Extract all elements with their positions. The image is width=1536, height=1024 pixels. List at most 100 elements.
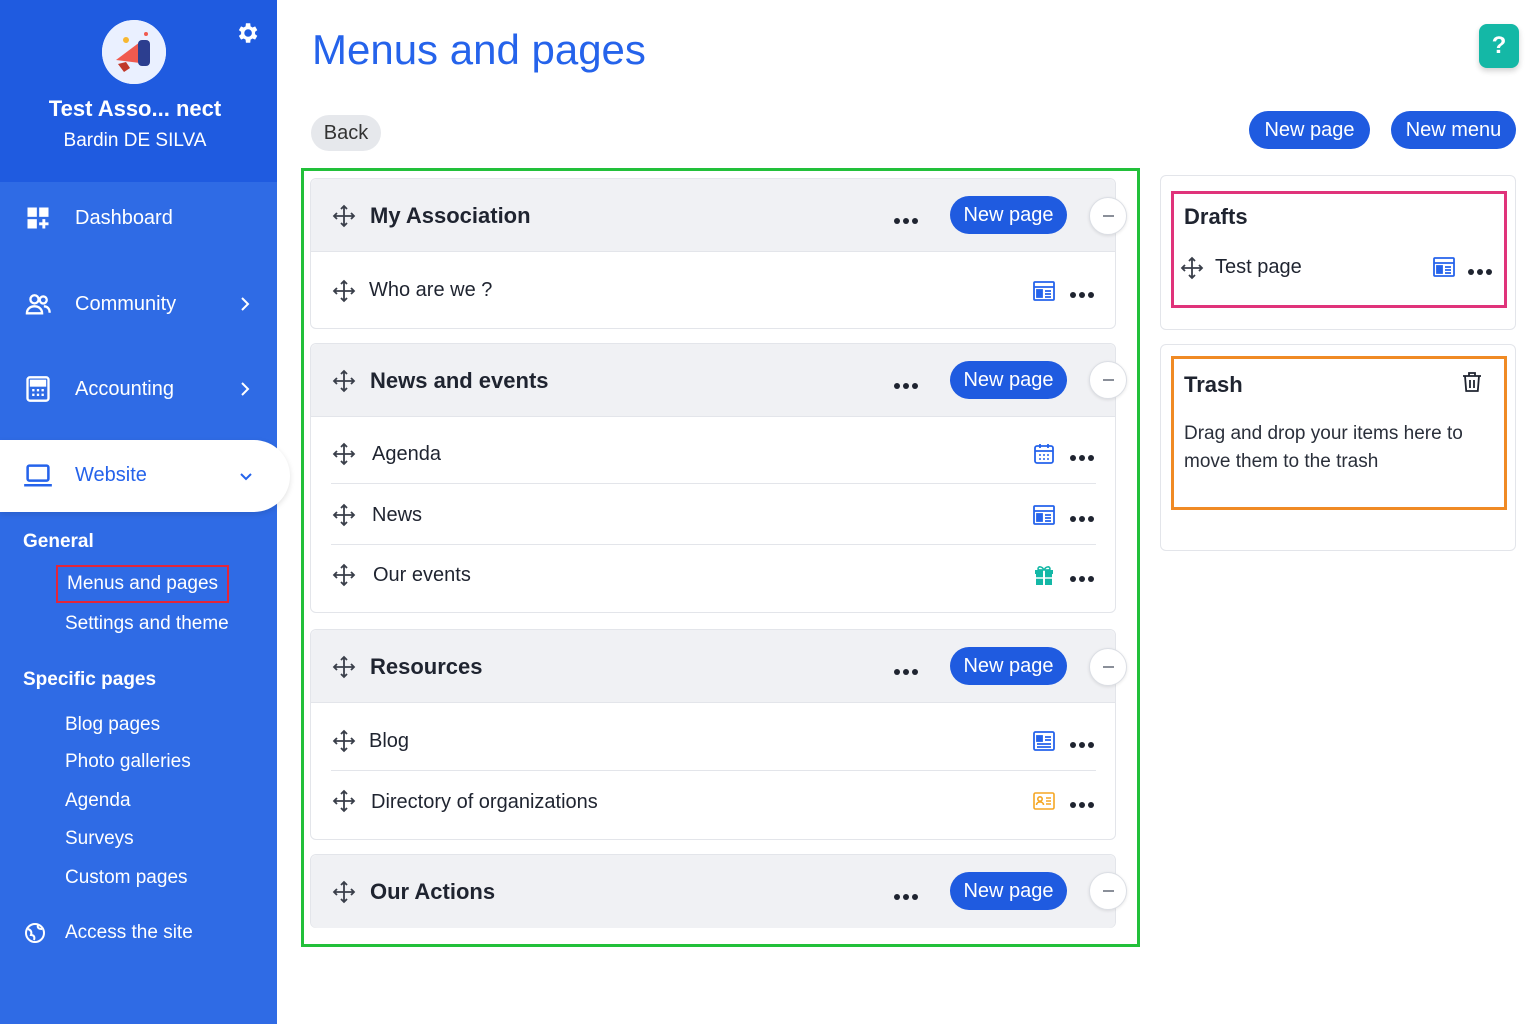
back-button[interactable]: Back — [311, 115, 381, 151]
page-label[interactable]: Our events — [373, 564, 471, 587]
sidebar-link-settings-and-theme[interactable]: Settings and theme — [65, 613, 229, 635]
page-label[interactable]: News — [372, 504, 422, 527]
page-title: Menus and pages — [312, 26, 646, 73]
section-title-general: General — [23, 531, 94, 552]
nav-accounting-label: Accounting — [75, 377, 174, 400]
sidebar: Test Asso... nect Bardin DE SILVA Dashbo… — [0, 0, 290, 1024]
menu-card: News and events New page Agenda News Our… — [310, 343, 1116, 613]
chevron-down-icon — [237, 467, 255, 485]
settings-gear-icon[interactable] — [234, 20, 260, 46]
drag-handle-icon[interactable] — [332, 563, 356, 587]
page-label[interactable]: Blog — [369, 730, 409, 753]
row-divider — [331, 483, 1096, 484]
more-options-icon[interactable] — [1069, 449, 1095, 461]
drag-handle-icon[interactable] — [1180, 256, 1204, 280]
menu-new-page-button[interactable]: New page — [950, 647, 1067, 685]
sidebar-link-blog-pages[interactable]: Blog pages — [65, 714, 160, 736]
community-icon — [24, 290, 52, 318]
list-item: Directory of organizations — [311, 771, 1115, 831]
trash-icon — [1460, 370, 1484, 394]
sidebar-link-surveys[interactable]: Surveys — [65, 828, 134, 850]
drag-handle-icon[interactable] — [332, 503, 356, 527]
menu-new-page-button[interactable]: New page — [950, 361, 1067, 399]
access-site-label: Access the site — [65, 922, 193, 943]
chevron-right-icon — [236, 295, 254, 313]
drag-handle-icon[interactable] — [332, 279, 356, 303]
drag-handle-icon[interactable] — [332, 655, 356, 679]
more-options-icon[interactable] — [1069, 286, 1095, 298]
page-icon — [1032, 279, 1056, 303]
menu-card: My Association New page Who are we ? — [310, 178, 1116, 329]
drag-handle-icon[interactable] — [332, 369, 356, 393]
page-icon — [1032, 503, 1056, 527]
trash-instructions: Drag and drop your items here to move th… — [1184, 423, 1463, 472]
more-options-icon[interactable] — [893, 377, 919, 389]
menu-title: Our Actions — [370, 879, 496, 904]
menu-new-page-button[interactable]: New page — [950, 872, 1067, 910]
menu-card: Our Actions New page — [310, 854, 1116, 928]
list-item: Our events — [311, 545, 1115, 605]
more-options-icon[interactable] — [1467, 263, 1493, 275]
new-menu-button[interactable]: New menu — [1391, 111, 1516, 149]
more-options-icon[interactable] — [1069, 796, 1095, 808]
user-name: Bardin DE SILVA — [63, 130, 207, 151]
sidebar-header: Test Asso... nect Bardin DE SILVA — [0, 0, 277, 182]
nav-community-label: Community — [75, 292, 177, 315]
sidebar-link-custom-pages[interactable]: Custom pages — [65, 867, 188, 889]
drag-handle-icon[interactable] — [332, 789, 356, 813]
new-page-button[interactable]: New page — [1249, 111, 1370, 149]
page-label[interactable]: Who are we ? — [369, 279, 492, 302]
draft-page-label[interactable]: Test page — [1215, 256, 1302, 279]
collapse-menu-button[interactable] — [1089, 361, 1127, 399]
drag-handle-icon[interactable] — [332, 204, 356, 228]
menu-header: News and events New page — [311, 344, 1115, 417]
access-site-link[interactable]: Access the site — [23, 918, 193, 948]
sidebar-link-menus-and-pages[interactable]: Menus and pages — [56, 565, 230, 603]
page-label[interactable]: Agenda — [372, 443, 441, 466]
drag-handle-icon[interactable] — [332, 442, 356, 466]
menu-title: Resources — [370, 654, 483, 679]
more-options-icon[interactable] — [893, 212, 919, 224]
trash-title: Trash — [1184, 372, 1243, 397]
menu-card: Resources New page Blog Directory of org… — [310, 629, 1116, 840]
more-options-icon[interactable] — [1069, 570, 1095, 582]
section-title-specific-pages: Specific pages — [23, 669, 157, 690]
calculator-icon — [24, 375, 52, 403]
drag-handle-icon[interactable] — [332, 729, 356, 753]
nav-website[interactable]: Website — [0, 440, 290, 512]
more-options-icon[interactable] — [1069, 736, 1095, 748]
list-item: Who are we ? — [311, 261, 1115, 321]
calendar-icon — [1032, 442, 1056, 466]
avatar[interactable] — [102, 20, 166, 84]
more-options-icon[interactable] — [893, 663, 919, 675]
nav-website-label: Website — [75, 464, 147, 486]
sidebar-link-agenda[interactable]: Agenda — [65, 790, 131, 812]
menu-header: Our Actions New page — [311, 855, 1115, 928]
list-item: Blog — [311, 711, 1115, 771]
menu-title: News and events — [370, 368, 549, 393]
menu-header: My Association New page — [311, 179, 1115, 252]
collapse-menu-button[interactable] — [1089, 197, 1127, 235]
dashboard-icon — [24, 204, 52, 232]
chevron-right-icon — [236, 380, 254, 398]
sidebar-link-photo-galleries[interactable]: Photo galleries — [65, 751, 191, 773]
collapse-menu-button[interactable] — [1089, 648, 1127, 686]
nav-dashboard[interactable]: Dashboard — [0, 188, 277, 248]
help-button[interactable]: ? — [1479, 24, 1519, 68]
globe-icon — [23, 921, 47, 945]
blog-icon — [1032, 729, 1056, 753]
organization-name: Test Asso... nect — [48, 96, 222, 121]
drag-handle-icon[interactable] — [332, 880, 356, 904]
nav-accounting[interactable]: Accounting — [0, 359, 277, 419]
nav-community[interactable]: Community — [0, 274, 277, 334]
menu-new-page-button[interactable]: New page — [950, 196, 1067, 234]
list-item: Agenda — [311, 424, 1115, 484]
more-options-icon[interactable] — [893, 888, 919, 900]
collapse-menu-button[interactable] — [1089, 872, 1127, 910]
list-item: News — [311, 485, 1115, 545]
nav-dashboard-label: Dashboard — [75, 206, 173, 229]
laptop-icon — [23, 462, 53, 490]
gift-icon — [1032, 563, 1056, 587]
more-options-icon[interactable] — [1069, 510, 1095, 522]
page-label[interactable]: Directory of organizations — [371, 791, 598, 814]
